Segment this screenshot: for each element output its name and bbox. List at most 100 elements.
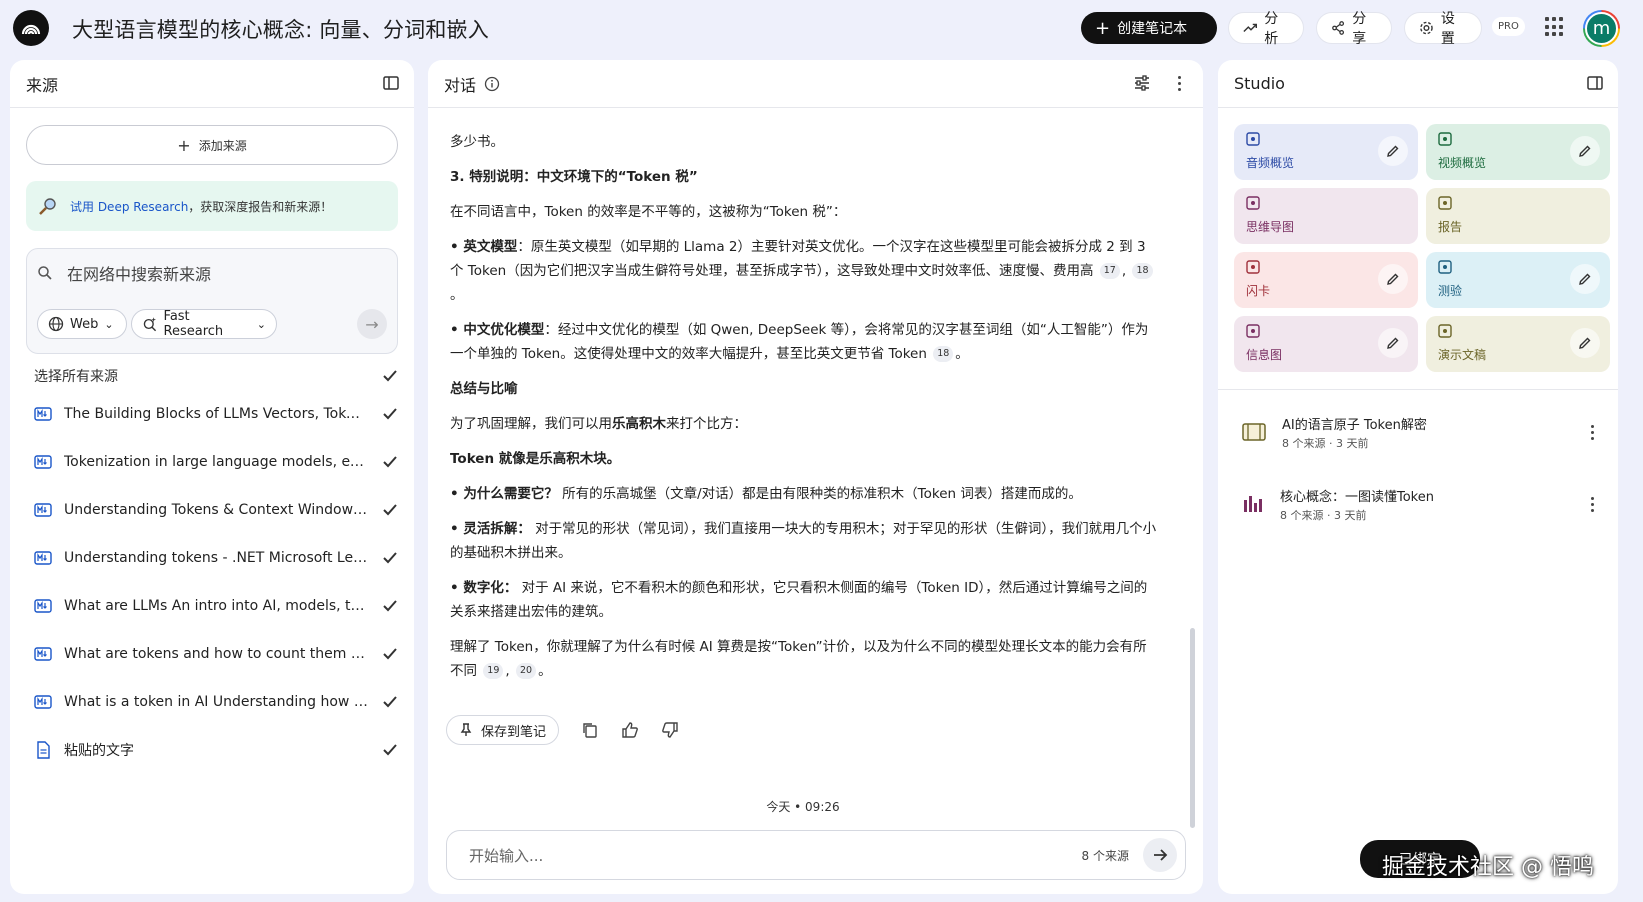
source-item[interactable]: Understanding tokens - .NET Microsoft Le…	[34, 534, 400, 582]
copy-icon[interactable]	[581, 721, 599, 739]
studio-tile[interactable]: 音频概览	[1234, 124, 1418, 180]
source-checkbox[interactable]	[380, 644, 400, 664]
save-to-note-button[interactable]: 保存到笔记	[446, 715, 560, 745]
citation-chip[interactable]: 20	[515, 663, 537, 679]
more-options-icon[interactable]	[1169, 74, 1189, 92]
collapse-panel-icon[interactable]	[1586, 74, 1604, 92]
bullet-why: • 为什么需要它？ 所有的乐高城堡（文章/对话）都是由有限种类的标准积木（Tok…	[450, 482, 1158, 506]
avatar[interactable]: m	[1583, 10, 1620, 47]
chat-scrollbar[interactable]	[1190, 628, 1195, 828]
studio-tile[interactable]: 思维导图	[1234, 188, 1418, 244]
source-checkbox[interactable]	[380, 692, 400, 712]
deep-research-link[interactable]: 试用 Deep Research	[70, 200, 188, 214]
note-item[interactable]: AI的语言原子 Token解密 8 个来源 · 3 天前	[1242, 408, 1602, 456]
bullet-chinese-model: • 中文优化模型：经过中文优化的模型（如 Qwen, DeepSeek 等），会…	[450, 322, 1149, 362]
studio-panel: Studio 音频概览 视频概览 思维导图 报告 闪卡 测验 信息图 演示文稿 AI的语言原子…	[1218, 60, 1618, 894]
submit-search-button[interactable]: →	[357, 309, 387, 339]
share-label: 分享	[1352, 11, 1367, 47]
sources-header: 来源	[10, 60, 414, 108]
thumbs-up-icon[interactable]	[621, 721, 639, 739]
source-item[interactable]: Understanding Tokens & Context Windows..…	[34, 486, 400, 534]
pencil-icon	[1387, 145, 1399, 157]
edit-tile-button[interactable]	[1378, 328, 1408, 358]
pencil-icon	[1579, 273, 1591, 285]
source-item[interactable]: The Building Blocks of LLMs Vectors, Tok…	[34, 390, 400, 438]
source-checkbox[interactable]	[380, 596, 400, 616]
add-source-button[interactable]: + 添加来源	[26, 125, 398, 165]
logo-icon	[21, 24, 41, 35]
studio-tile-label: 闪卡	[1246, 284, 1271, 298]
source-checkbox[interactable]	[380, 740, 400, 760]
notebook-title[interactable]: 大型语言模型的核心概念: 向量、分词和嵌入	[72, 14, 489, 44]
checkmark-icon	[383, 744, 397, 756]
message-actions: 保存到笔记	[446, 715, 679, 745]
chevron-down-icon: ⌄	[256, 317, 266, 331]
citation-chip[interactable]: 17	[1099, 263, 1120, 279]
source-checkbox[interactable]	[380, 500, 400, 520]
source-item[interactable]: What is a token in AI Understanding how …	[34, 678, 400, 726]
analyze-button[interactable]: 分析	[1228, 11, 1304, 47]
more-options-icon[interactable]	[1582, 496, 1602, 512]
source-checkbox[interactable]	[380, 404, 400, 424]
info-icon[interactable]	[484, 76, 500, 92]
select-all-checkbox[interactable]	[380, 366, 400, 386]
source-item[interactable]: 粘贴的文字	[34, 726, 400, 774]
select-all-row[interactable]: 选择所有来源	[34, 366, 400, 386]
slides-icon	[1242, 423, 1266, 441]
sources-title: 来源	[26, 75, 59, 95]
source-item[interactable]: What are LLMs An intro into AI, models, …	[34, 582, 400, 630]
create-notebook-button[interactable]: + 创建笔记本	[1081, 12, 1217, 44]
studio-tile[interactable]: 闪卡	[1234, 252, 1418, 308]
markdown-icon	[34, 695, 52, 709]
share-button[interactable]: 分享	[1316, 11, 1392, 47]
studio-tile-label: 测验	[1438, 284, 1463, 298]
heading-text: 总结与比喻	[450, 381, 518, 397]
tune-icon[interactable]	[1133, 74, 1151, 92]
citation-chip[interactable]: 19	[483, 663, 504, 679]
chat-input[interactable]: 开始输入...	[469, 845, 1082, 866]
deep-research-banner[interactable]: 试用 Deep Research，获取深度报告和新来源！	[26, 181, 398, 231]
top-bar: 大型语言模型的核心概念: 向量、分词和嵌入 + 创建笔记本 分析 分享 设置 P…	[0, 0, 1643, 56]
source-checkbox[interactable]	[380, 452, 400, 472]
search-input[interactable]: 在网络中搜索新来源	[67, 261, 211, 285]
notebooklm-logo[interactable]	[13, 10, 49, 46]
markdown-icon	[34, 599, 52, 613]
pencil-icon	[1387, 273, 1399, 285]
pro-badge: PRO	[1492, 17, 1525, 36]
text-span: 理解了 Token，你就理解了为什么有时候 AI 算费是按“Token”计价，以…	[450, 639, 1147, 679]
gear-icon	[1420, 21, 1433, 35]
research-mode-dropdown[interactable]: Fast Research ⌄	[131, 309, 277, 339]
send-button[interactable]	[1143, 838, 1177, 872]
thumbs-down-icon[interactable]	[661, 721, 679, 739]
chat-input-box[interactable]: 开始输入... 8 个来源	[446, 830, 1186, 880]
studio-tile[interactable]: 视频概览	[1426, 124, 1610, 180]
studio-tile[interactable]: 信息图	[1234, 316, 1418, 372]
settings-button[interactable]: 设置	[1404, 11, 1482, 47]
more-options-icon[interactable]	[1582, 424, 1602, 440]
studio-tile[interactable]: 报告	[1426, 188, 1610, 244]
edit-tile-button[interactable]	[1378, 136, 1408, 166]
note-meta: 8 个来源 · 3 天前	[1280, 508, 1367, 522]
edit-tile-button[interactable]	[1570, 136, 1600, 166]
avatar-letter: m	[1585, 12, 1618, 45]
web-source-dropdown[interactable]: Web ⌄	[37, 309, 127, 339]
citation-chip[interactable]: 18	[1132, 263, 1153, 279]
source-item[interactable]: Tokenization in large language models, e…	[34, 438, 400, 486]
collapse-panel-icon[interactable]	[382, 74, 400, 92]
message-heading: 3. 特别说明：中文环境下的“Token 税”	[450, 165, 1158, 189]
edit-tile-button[interactable]	[1378, 264, 1408, 294]
edit-tile-button[interactable]	[1570, 328, 1600, 358]
bullet-label: • 英文模型	[450, 239, 518, 255]
source-checkbox[interactable]	[380, 548, 400, 568]
bullet-text: ：经过中文优化的模型（如 Qwen, DeepSeek 等），会将常见的汉字甚至…	[450, 322, 1149, 362]
apps-grid-icon[interactable]	[1545, 17, 1565, 37]
note-item[interactable]: 核心概念：一图读懂Token 8 个来源 · 3 天前	[1242, 480, 1602, 528]
source-item[interactable]: What are tokens and how to count them Op…	[34, 630, 400, 678]
markdown-icon	[34, 407, 52, 421]
studio-tile[interactable]: 测验	[1426, 252, 1610, 308]
bold-text: 乐高积木	[612, 416, 666, 432]
studio-tile[interactable]: 演示文稿	[1426, 316, 1610, 372]
message-paragraph: 理解了 Token，你就理解了为什么有时候 AI 算费是按“Token”计价，以…	[450, 639, 1147, 679]
edit-tile-button[interactable]	[1570, 264, 1600, 294]
citation-chip[interactable]: 18	[933, 346, 954, 362]
